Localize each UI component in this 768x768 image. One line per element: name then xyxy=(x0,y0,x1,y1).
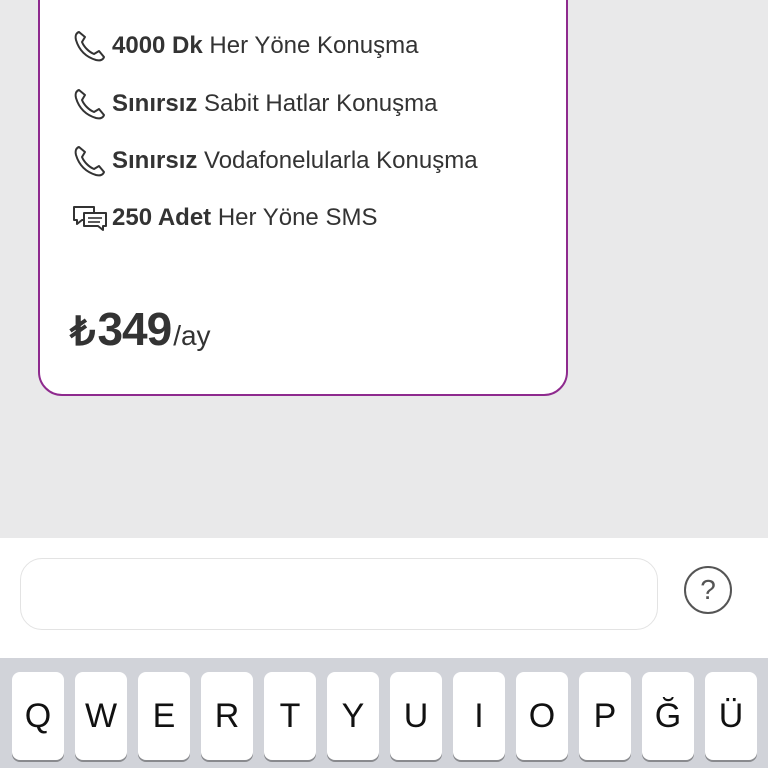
phone-icon xyxy=(70,26,112,66)
plan-price: ₺ 349 /ay xyxy=(70,302,211,356)
key-q[interactable]: Q xyxy=(12,672,64,760)
key-y[interactable]: Y xyxy=(327,672,379,760)
phone-icon xyxy=(70,141,112,181)
price-amount: 349 xyxy=(97,303,172,355)
keyboard: Q W E R T Y U I O P Ğ Ü xyxy=(0,658,768,768)
key-r[interactable]: R xyxy=(201,672,253,760)
price-period: /ay xyxy=(173,320,211,351)
feature-text: 4000 Dk Her Yöne Konuşma xyxy=(112,32,419,59)
feature-text: Sınırsız Sabit Hatlar Konuşma xyxy=(112,90,438,117)
phone-icon xyxy=(70,84,112,124)
key-u[interactable]: U xyxy=(390,672,442,760)
feature-item: 250 Adet Her Yöne SMS xyxy=(70,198,377,238)
key-u-umlaut[interactable]: Ü xyxy=(705,672,757,760)
help-button[interactable]: ? xyxy=(684,566,732,614)
feature-item: Sınırsız Vodafonelularla Konuşma xyxy=(70,141,478,181)
key-e[interactable]: E xyxy=(138,672,190,760)
question-icon: ? xyxy=(700,574,716,605)
key-i[interactable]: I xyxy=(453,672,505,760)
feature-item: 4000 Dk Her Yöne Konuşma xyxy=(70,26,418,66)
chat-icon xyxy=(70,198,112,238)
plan-card: 4000 Dk Her Yöne Konuşma Sınırsız Sabit … xyxy=(38,0,568,396)
currency-symbol: ₺ xyxy=(70,310,96,354)
key-w[interactable]: W xyxy=(75,672,127,760)
feature-item: Sınırsız Sabit Hatlar Konuşma xyxy=(70,84,437,124)
key-t[interactable]: T xyxy=(264,672,316,760)
chat-input-bar: ? xyxy=(0,538,768,658)
key-p[interactable]: P xyxy=(579,672,631,760)
feature-text: Sınırsız Vodafonelularla Konuşma xyxy=(112,147,478,174)
key-o[interactable]: O xyxy=(516,672,568,760)
feature-text: 250 Adet Her Yöne SMS xyxy=(112,204,378,231)
key-g-breve[interactable]: Ğ xyxy=(642,672,694,760)
message-input[interactable] xyxy=(20,558,658,630)
